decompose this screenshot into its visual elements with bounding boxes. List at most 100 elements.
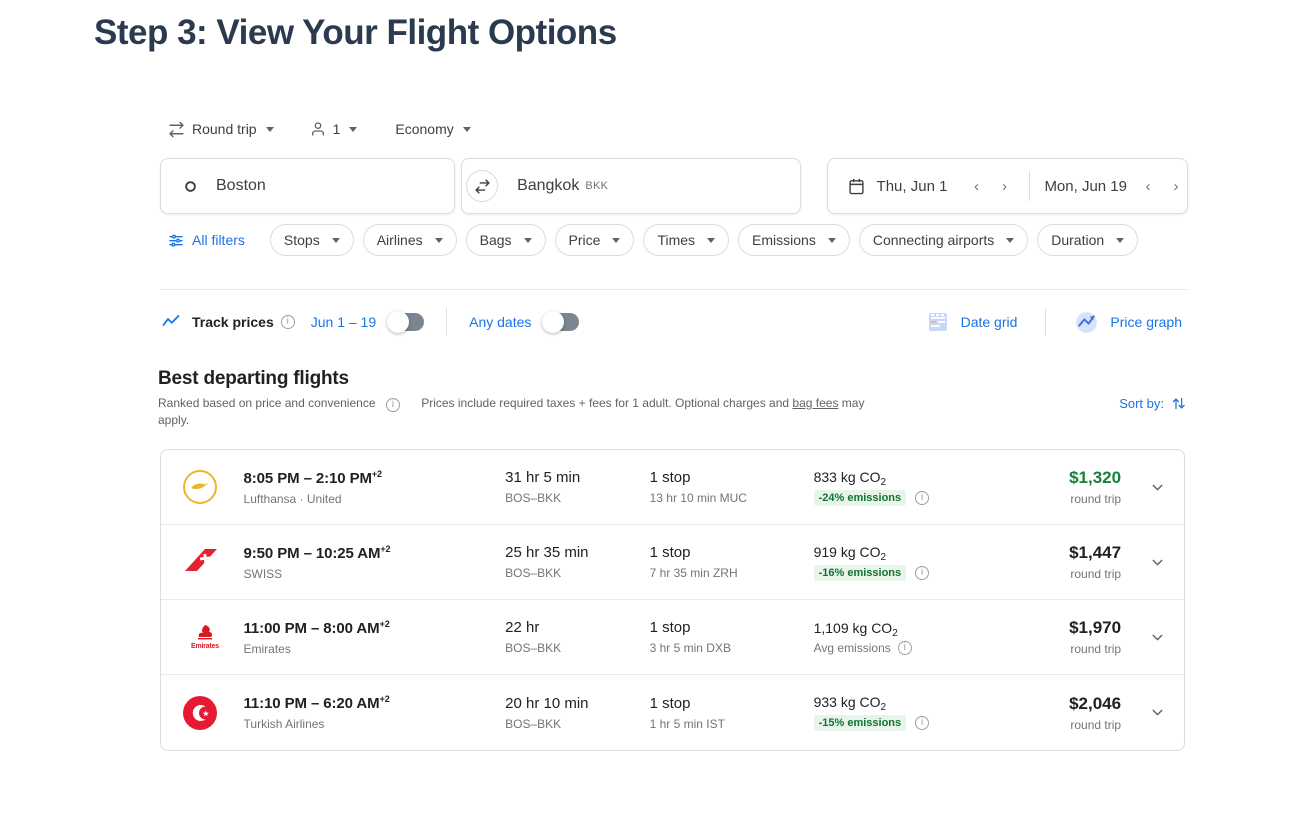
expand-row-button[interactable] xyxy=(1121,704,1166,721)
price-graph-icon xyxy=(1074,310,1099,335)
stops-cell: 1 stop 1 hr 5 min IST xyxy=(650,695,814,731)
origin-field[interactable]: Boston xyxy=(160,158,456,214)
flight-route: BOS–BKK xyxy=(505,566,562,580)
trip-type-selector[interactable]: Round trip xyxy=(160,117,282,142)
swap-airports-button[interactable] xyxy=(466,170,498,202)
track-date-range-label[interactable]: Jun 1 – 19 xyxy=(311,314,376,330)
return-prev-day-button[interactable]: ‹ xyxy=(1137,175,1159,197)
tools-divider xyxy=(1045,308,1047,336)
emissions-badge: -16% emissions xyxy=(813,564,907,581)
ranked-text: Ranked based on price and convenience xyxy=(158,396,376,410)
any-dates-label[interactable]: Any dates xyxy=(469,314,531,330)
co2-amount: 1,109 kg CO2 xyxy=(814,620,995,639)
info-icon[interactable]: i xyxy=(915,490,930,505)
info-icon[interactable]: i xyxy=(897,640,912,655)
turkish-logo-icon xyxy=(183,695,217,730)
filter-chip-duration[interactable]: Duration xyxy=(1037,224,1139,256)
swap-horizontal-icon xyxy=(168,121,185,138)
filter-chip-price[interactable]: Price xyxy=(554,224,635,256)
return-next-day-button[interactable]: › xyxy=(1165,175,1187,197)
table-row[interactable]: 8:05 PM – 2:10 PM+2 Lufthansa · United 3… xyxy=(161,450,1184,525)
filter-chip-times[interactable]: Times xyxy=(643,224,730,256)
bag-fees-link[interactable]: bag fees xyxy=(792,396,838,410)
stops-cell: 1 stop 3 hr 5 min DXB xyxy=(650,619,814,655)
chevron-down-icon xyxy=(612,237,621,243)
flight-duration: 31 hr 5 min xyxy=(505,469,581,486)
filter-chip-connecting-airports[interactable]: Connecting airports xyxy=(858,224,1029,256)
flight-times: 11:10 PM – 6:20 AM+2 xyxy=(244,694,506,712)
expand-row-button[interactable] xyxy=(1121,479,1166,496)
day-offset: +2 xyxy=(379,618,390,629)
chevron-down-icon xyxy=(1116,237,1125,243)
duration-cell: 20 hr 10 min BOS–BKK xyxy=(505,695,649,731)
table-row[interactable]: Emirates 11:00 PM – 8:00 AM+2 Emirates 2… xyxy=(161,600,1184,675)
chevron-down-icon xyxy=(707,237,716,243)
toggle-knob xyxy=(387,311,410,333)
depart-prev-day-button[interactable]: ‹ xyxy=(965,175,987,197)
date-grid-button[interactable]: Date grid xyxy=(920,306,1024,338)
cabin-class-selector[interactable]: Economy xyxy=(387,117,478,141)
depart-next-day-button[interactable]: › xyxy=(993,175,1015,197)
co2-subscript: 2 xyxy=(880,702,887,713)
price-cell: $2,046 round trip xyxy=(994,694,1121,732)
emissions-cell: 1,109 kg CO2 Avg emissions i xyxy=(814,620,995,655)
all-filters-button[interactable]: All filters xyxy=(160,226,253,254)
filter-chip-emissions[interactable]: Emissions xyxy=(738,224,850,256)
filter-chip-airlines[interactable]: Airlines xyxy=(362,224,457,256)
sort-by-label: Sort by: xyxy=(1119,396,1164,411)
chevron-down-icon xyxy=(434,237,443,243)
track-prices-label: Track prices xyxy=(192,314,274,330)
emissions-line: -15% emissions i xyxy=(813,715,995,731)
filter-chip-bags[interactable]: Bags xyxy=(465,224,546,256)
date-field[interactable]: Thu, Jun 1 ‹ › Mon, Jun 19 ‹ › xyxy=(826,158,1188,214)
trip-type-label: Round trip xyxy=(192,121,257,137)
emissions-cell: 919 kg CO2 -16% emissions i xyxy=(813,544,995,581)
results-title: Best departing flights xyxy=(158,368,349,389)
chip-label: Emissions xyxy=(752,232,816,248)
sort-by-button[interactable]: Sort by: xyxy=(1119,396,1186,411)
expand-row-button[interactable] xyxy=(1121,629,1166,646)
results-header: Best departing flights Ranked based on p… xyxy=(158,368,1188,430)
emissions-badge: -15% emissions xyxy=(813,715,907,731)
emissions-cell: 933 kg CO2 -15% emissions i xyxy=(813,694,995,731)
sort-arrows-icon xyxy=(1171,396,1186,411)
price-type: round trip xyxy=(1070,642,1122,656)
depart-date-value: Thu, Jun 1 xyxy=(876,177,948,195)
co2-amount: 933 kg CO2 xyxy=(814,694,995,713)
info-icon[interactable]: i xyxy=(915,716,930,730)
table-row[interactable]: 11:10 PM – 6:20 AM+2 Turkish Airlines 20… xyxy=(161,675,1184,750)
info-icon[interactable]: i xyxy=(385,398,400,412)
airline-logo-cell xyxy=(183,547,244,577)
airline-logo-cell xyxy=(183,695,244,730)
flight-price: $1,447 xyxy=(1069,543,1122,562)
filter-chip-stops[interactable]: Stops xyxy=(269,224,354,256)
origin-value: Boston xyxy=(216,177,266,194)
flight-times-cell: 9:50 PM – 10:25 AM+2 SWISS xyxy=(244,544,506,581)
any-dates-toggle[interactable] xyxy=(542,311,580,333)
price-notice-prefix: Prices include required taxes + fees for… xyxy=(421,396,793,410)
info-icon[interactable]: i xyxy=(915,565,930,580)
chevron-down-icon xyxy=(1152,709,1163,716)
cabin-class-label: Economy xyxy=(395,121,454,137)
flight-price: $2,046 xyxy=(1069,693,1122,713)
chevron-down-icon xyxy=(1152,484,1163,490)
info-icon[interactable]: i xyxy=(280,315,295,329)
co2-subscript: 2 xyxy=(892,627,898,639)
destination-code: BKK xyxy=(585,180,609,192)
expand-row-button[interactable] xyxy=(1121,554,1166,571)
destination-value: Bangkok xyxy=(517,177,580,194)
stops-count: 1 stop xyxy=(649,544,691,561)
price-cell: $1,970 round trip xyxy=(994,618,1121,656)
co2-amount: 919 kg CO2 xyxy=(814,544,995,563)
toggle-knob xyxy=(542,311,565,333)
flight-times-cell: 8:05 PM – 2:10 PM+2 Lufthansa · United xyxy=(244,469,506,506)
flight-route: BOS–BKK xyxy=(505,491,562,505)
stops-count: 1 stop xyxy=(649,694,691,712)
layover-info: 3 hr 5 min DXB xyxy=(649,641,731,655)
table-row[interactable]: 9:50 PM – 10:25 AM+2 SWISS 25 hr 35 min … xyxy=(161,525,1184,600)
destination-field[interactable]: Bangkok BKK xyxy=(461,158,801,214)
price-graph-button[interactable]: Price graph xyxy=(1068,306,1188,339)
track-date-range-toggle[interactable] xyxy=(387,311,425,333)
layover-info: 7 hr 35 min ZRH xyxy=(649,566,738,580)
passenger-selector[interactable]: 1 xyxy=(302,117,366,141)
